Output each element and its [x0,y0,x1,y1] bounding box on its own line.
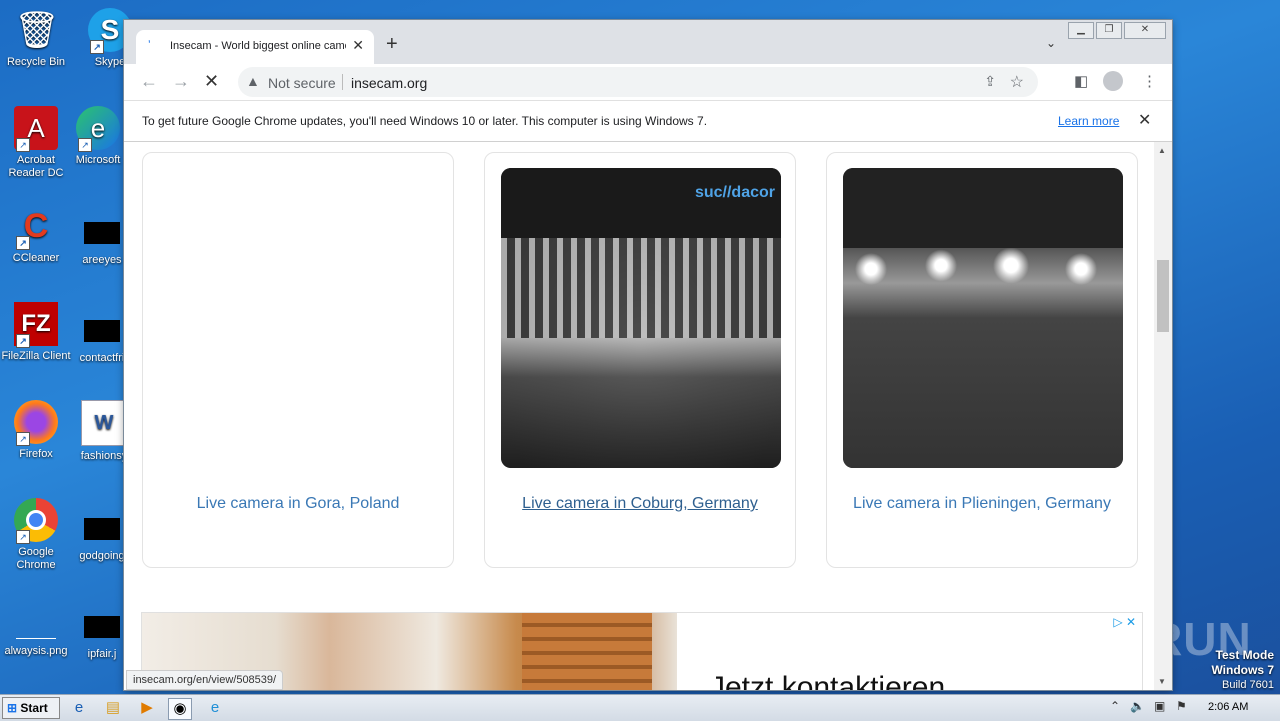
window-controls: ▁ ❐ ✕ [1068,22,1166,40]
security-label[interactable]: Not secure [268,75,336,91]
browser-toolbar: ← → ✕ ▲ Not secure insecam.org ⇪ ☆ ◧ ⋮ [124,64,1172,100]
back-arrow-icon[interactable]: ← [140,72,158,90]
update-infobar: To get future Google Chrome updates, you… [124,100,1172,142]
advertisement-banner[interactable]: Jetzt kontaktieren ▷ ✕ [141,612,1143,690]
url-text[interactable]: insecam.org [351,75,427,91]
tray-expand-icon[interactable]: ⌃ [1110,699,1120,713]
scroll-thumb[interactable] [1157,260,1169,332]
page-scrollbar[interactable]: ▲ ▼ [1154,142,1172,690]
side-panel-icon[interactable]: ◧ [1074,72,1088,90]
volume-icon[interactable]: 🔈 [1130,699,1145,713]
camera-sky [843,168,1123,248]
windows-logo-icon: ⊞ [7,701,18,715]
filezilla-icon: FZ ↗ [14,302,58,348]
desktop-icon-alwaysis[interactable]: alwaysis.png [0,618,72,658]
new-tab-button[interactable]: + [386,34,398,54]
file-thumbnail-icon [84,518,120,540]
infobar-close-icon[interactable]: ✕ [1138,110,1151,130]
share-icon[interactable]: ⇪ [984,73,996,90]
firefox-icon: ↗ [14,400,58,446]
tab-strip: ʼ Insecam - World biggest online came ✕ … [124,20,1172,64]
restore-button[interactable]: ❐ [1096,22,1122,39]
warning-icon[interactable]: ▲ [246,73,260,89]
desktop-icon-ccleaner[interactable]: C ↗ CCleaner [0,204,72,265]
profile-avatar-icon[interactable] [1103,71,1123,91]
action-center-flag-icon[interactable]: ⚑ [1176,699,1187,713]
learn-more-link[interactable]: Learn more [1058,114,1119,128]
camera-feed-image[interactable] [843,168,1123,468]
file-explorer-icon[interactable]: ▤ [102,698,124,718]
omnibox-divider [342,74,343,90]
ad-headline[interactable]: Jetzt kontaktieren [710,671,945,690]
camera-ground [501,338,781,468]
close-window-button[interactable]: ✕ [1124,22,1166,39]
forward-arrow-icon[interactable]: → [172,72,190,90]
link-status-bubble: insecam.org/en/view/508539/ [126,670,284,690]
adchoices-icon[interactable]: ▷ ✕ [1113,615,1136,629]
start-label: Start [20,701,48,715]
word-document-icon: W [81,400,127,446]
file-thumbnail-icon [84,616,120,638]
desktop-icon-firefox[interactable]: ↗ Firefox [0,400,72,461]
desktop-icon-chrome[interactable]: ↗ Google Chrome [0,498,72,572]
chrome-icon: ↗ [14,498,58,544]
camera-link[interactable]: Live camera in Plieningen, Germany [827,495,1137,513]
camera-logo: suc//dacor [694,184,775,201]
camera-ground [843,318,1123,468]
chrome-window: ʼ Insecam - World biggest online came ✕ … [124,20,1172,690]
edge-taskbar-icon[interactable]: e [204,698,226,718]
address-bar[interactable]: ▲ Not secure insecam.org ⇪ ☆ [238,67,1038,97]
page-content: Live camera in Gora, Poland suc//dacor L… [124,142,1154,690]
camera-buildings [501,238,781,338]
tab-search-chevron-icon[interactable]: ⌄ [1046,36,1056,50]
camera-link[interactable]: Live camera in Gora, Poland [143,495,453,513]
recycle-bin-icon: 🗑 [14,9,60,50]
loading-favicon-icon: ʼ [148,38,151,52]
scroll-up-icon[interactable]: ▲ [1158,146,1166,155]
tab-insecam[interactable]: ʼ Insecam - World biggest online came ✕ [136,30,374,64]
edge-icon: e ↗ [76,106,120,152]
internet-explorer-icon[interactable]: e [68,698,90,718]
image-file-icon [16,618,56,639]
camera-feed-image[interactable]: suc//dacor [501,168,781,468]
file-thumbnail-icon [84,320,120,342]
taskbar: ⊞ Start e ▤ ▶ ◉ e ⌃ 🔈 ▣ ⚑ 2:06 AM [0,694,1280,721]
network-icon[interactable]: ▣ [1154,699,1165,713]
chrome-taskbar-icon[interactable]: ◉ [168,698,192,720]
camera-card[interactable]: Live camera in Plieningen, Germany [826,152,1138,568]
file-thumbnail-icon [84,222,120,244]
infobar-message: To get future Google Chrome updates, you… [142,114,708,128]
tab-close-icon[interactable]: ✕ [352,37,364,54]
desktop-icon-recycle-bin[interactable]: 🗑 Recycle Bin [0,8,72,69]
acrobat-icon: A ↗ [14,106,58,152]
media-player-icon[interactable]: ▶ [136,698,158,718]
camera-card[interactable]: suc//dacor Live camera in Coburg, German… [484,152,796,568]
test-mode-label: Test Mode Windows 7 Build 7601 [1211,648,1274,691]
desktop-icon-filezilla[interactable]: FZ ↗ FileZilla Client [0,302,72,363]
bookmark-star-icon[interactable]: ☆ [1010,72,1024,92]
camera-sky [501,168,781,238]
tab-title: Insecam - World biggest online came [170,40,346,52]
camera-card[interactable]: Live camera in Gora, Poland [142,152,454,568]
ad-image-stairs [522,613,652,690]
taskbar-clock[interactable]: 2:06 AM [1208,701,1248,713]
ccleaner-icon: C ↗ [14,204,58,250]
stop-loading-icon[interactable]: ✕ [204,72,219,90]
minimize-button[interactable]: ▁ [1068,22,1094,39]
scroll-down-icon[interactable]: ▼ [1158,677,1166,686]
menu-kebab-icon[interactable]: ⋮ [1142,72,1157,90]
start-button[interactable]: ⊞ Start [2,697,60,719]
camera-lights [843,248,1123,318]
camera-link[interactable]: Live camera in Coburg, Germany [485,495,795,513]
